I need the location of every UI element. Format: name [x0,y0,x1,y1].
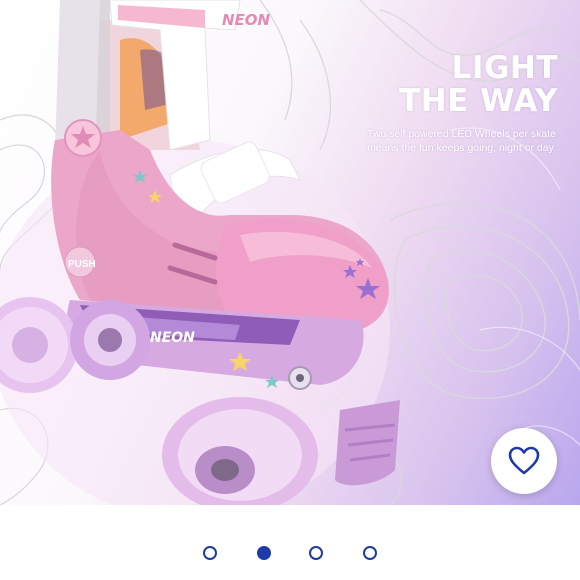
brand-logo: NEON [222,11,271,29]
headline-line-2: THE WAY [399,83,558,119]
promo-headline: LIGHT THE WAY [399,52,558,118]
promo-subtitle: Two self powered LED Wheels per skate me… [366,128,556,154]
push-label: PUSH [68,259,96,270]
headline-line-1: LIGHT [451,50,558,86]
rear-wheel [70,300,150,380]
heart-icon [508,446,540,475]
carousel-dot-3[interactable] [309,546,323,560]
product-image[interactable]: NEON PUSH NEON LIGHT THE WAY Two self po… [0,0,580,505]
carousel-dot-2[interactable] [257,546,271,560]
carousel-dot-4[interactable] [363,546,377,560]
carousel-dot-1[interactable] [203,546,217,560]
frame-logo: NEON [150,330,195,346]
favorite-button[interactable] [491,428,557,494]
carousel-pagination [0,540,580,570]
